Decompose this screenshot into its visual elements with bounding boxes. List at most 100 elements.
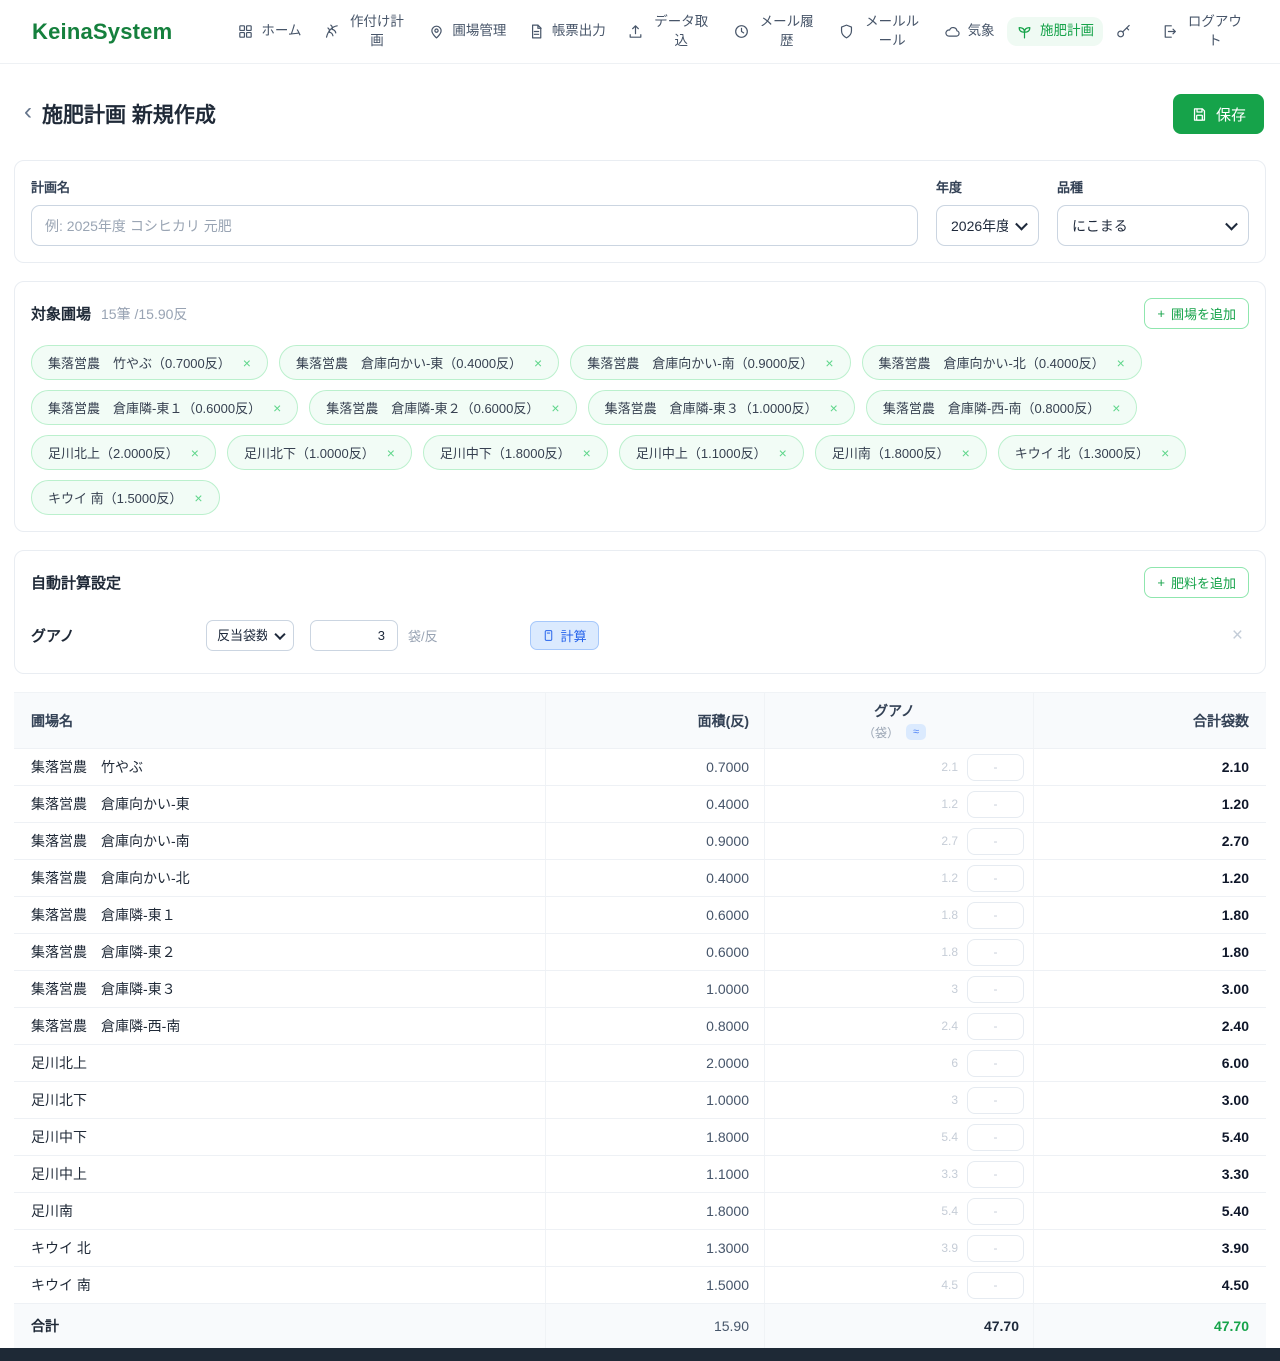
field-chip-label: 集落営農 倉庫隣-東１（0.6000反） (48, 398, 261, 417)
field-chip-label: 足川北上（2.0000反） (48, 443, 179, 462)
area-cell: 0.6000 (546, 897, 765, 933)
nav-item-planting-plan[interactable]: 作付け計画 (314, 8, 416, 54)
chip-remove-icon[interactable]: × (534, 356, 542, 370)
field-chip-5: 集落営農 倉庫隣-東２（0.6000反） × (309, 390, 576, 425)
chip-remove-icon[interactable]: × (583, 446, 591, 460)
field-chip-9: 足川北下（1.0000反） × (227, 435, 412, 470)
override-amount-input[interactable] (967, 1013, 1024, 1040)
override-amount-input[interactable] (967, 791, 1024, 818)
field-name-cell: キウイ 北 (14, 1230, 546, 1266)
year-select[interactable]: 2026年度 (936, 205, 1039, 246)
calc-mode-select[interactable]: 反当袋数 (206, 620, 294, 651)
chip-remove-icon[interactable]: × (387, 446, 395, 460)
upload-icon (627, 23, 644, 40)
override-amount-input[interactable] (967, 828, 1024, 855)
override-amount-input[interactable] (967, 1235, 1024, 1262)
chip-remove-icon[interactable]: × (1161, 446, 1169, 460)
calculator-icon (542, 629, 555, 642)
chip-remove-icon[interactable]: × (825, 356, 833, 370)
override-amount-input[interactable] (967, 1198, 1024, 1225)
chip-remove-icon[interactable]: × (1117, 356, 1125, 370)
calculate-button[interactable]: 計算 (530, 621, 599, 650)
fertilization-table: 圃場名 面積(反) グアノ （袋） ≈ 合計袋数 集落営農 竹やぶ 0.7000… (14, 692, 1266, 1348)
add-field-button[interactable]: + 圃場を追加 (1144, 298, 1249, 329)
suggested-amount: 1.2 (941, 871, 958, 885)
suggested-amount: 2.1 (941, 760, 958, 774)
field-chip-label: 集落営農 倉庫隣-西-南（0.8000反） (883, 398, 1100, 417)
plan-name-label: 計画名 (31, 177, 918, 196)
plus-icon: + (1157, 306, 1165, 321)
brand-logo[interactable]: KeinaSystem (32, 19, 172, 45)
target-fields-title: 対象圃場 (31, 303, 91, 324)
override-amount-input[interactable] (967, 939, 1024, 966)
override-amount-input[interactable] (967, 1272, 1024, 1299)
override-amount-input[interactable] (967, 1124, 1024, 1151)
table-row-0: 集落営農 竹やぶ 0.7000 2.1 2.10 (14, 749, 1266, 786)
back-button[interactable]: ‹ (16, 100, 42, 128)
approx-badge[interactable]: ≈ (906, 724, 926, 740)
save-button[interactable]: 保存 (1173, 94, 1264, 134)
table-row-12: 足川南 1.8000 5.4 5.40 (14, 1193, 1266, 1230)
chip-remove-icon[interactable]: × (194, 491, 202, 505)
override-amount-input[interactable] (967, 902, 1024, 929)
field-chip-label: 集落営農 倉庫向かい-北（0.4000反） (879, 353, 1105, 372)
plan-name-input[interactable] (31, 205, 918, 246)
override-amount-input[interactable] (967, 1087, 1024, 1114)
chip-remove-icon[interactable]: × (1112, 401, 1120, 415)
field-name-cell: 足川北上 (14, 1045, 546, 1081)
plan-form-card: 計画名 年度 2026年度 品種 にこまる (14, 160, 1266, 263)
override-amount-input[interactable] (967, 1050, 1024, 1077)
nav-item-api-key[interactable] (1106, 18, 1148, 45)
field-chip-6: 集落営農 倉庫隣-東３（1.0000反） × (588, 390, 855, 425)
nav-item-fertilization[interactable]: 施肥計画 (1007, 17, 1103, 45)
field-chip-13: キウイ 北（1.3000反） × (998, 435, 1187, 470)
nav-item-report-output[interactable]: 帳票出力 (519, 17, 615, 45)
area-cell: 0.9000 (546, 823, 765, 859)
field-chip-7: 集落営農 倉庫隣-西-南（0.8000反） × (866, 390, 1138, 425)
nav-item-field-manage[interactable]: 圃場管理 (419, 17, 515, 45)
field-chips: 集落営農 竹やぶ（0.7000反） × 集落営農 倉庫向かい-東（0.4000反… (31, 345, 1249, 515)
area-cell: 1.3000 (546, 1230, 765, 1266)
table-row-13: キウイ 北 1.3000 3.9 3.90 (14, 1230, 1266, 1267)
chip-remove-icon[interactable]: × (551, 401, 559, 415)
add-fertilizer-button[interactable]: + 肥料を追加 (1144, 567, 1249, 598)
chip-remove-icon[interactable]: × (243, 356, 251, 370)
chip-remove-icon[interactable]: × (779, 446, 787, 460)
nav-item-logout[interactable]: ログアウト (1152, 8, 1254, 54)
total-area: 15.90 (546, 1304, 765, 1348)
suggested-amount: 2.7 (941, 834, 958, 848)
field-name-cell: 足川北下 (14, 1082, 546, 1118)
nav-item-weather[interactable]: 気象 (935, 17, 1004, 45)
chip-remove-icon[interactable]: × (273, 401, 281, 415)
field-chip-label: 集落営農 竹やぶ（0.7000反） (48, 353, 231, 372)
nav-item-data-import[interactable]: データ取込 (618, 8, 720, 54)
table-row-11: 足川中上 1.1000 3.3 3.30 (14, 1156, 1266, 1193)
override-amount-input[interactable] (967, 976, 1024, 1003)
override-amount-input[interactable] (967, 865, 1024, 892)
field-chip-0: 集落営農 竹やぶ（0.7000反） × (31, 345, 268, 380)
total-bags-cell: 2.70 (1034, 823, 1266, 859)
field-name-cell: 集落営農 竹やぶ (14, 749, 546, 785)
sprout-icon (1016, 23, 1033, 40)
add-fertilizer-button-label: 肥料を追加 (1171, 573, 1236, 592)
area-cell: 2.0000 (546, 1045, 765, 1081)
suggested-amount: 1.8 (941, 908, 958, 922)
table-row-1: 集落営農 倉庫向かい-東 0.4000 1.2 1.20 (14, 786, 1266, 823)
nav-item-home[interactable]: ホーム (228, 17, 310, 45)
nav-items: ホーム 作付け計画 圃場管理 帳票出力 データ取込 (228, 8, 1254, 54)
override-amount-input[interactable] (967, 754, 1024, 781)
nav-item-mail-history[interactable]: メール履歴 (724, 8, 826, 54)
variety-select[interactable]: にこまる (1057, 205, 1249, 246)
suggested-amount: 5.4 (941, 1130, 958, 1144)
chip-remove-icon[interactable]: × (830, 401, 838, 415)
chip-remove-icon[interactable]: × (962, 446, 970, 460)
override-amount-input[interactable] (967, 1161, 1024, 1188)
area-cell: 1.8000 (546, 1119, 765, 1155)
remove-fertilizer-icon[interactable]: × (1232, 626, 1249, 645)
chip-remove-icon[interactable]: × (191, 446, 199, 460)
nav-item-mail-rules[interactable]: メールルール (829, 8, 931, 54)
suggested-amount: 1.2 (941, 797, 958, 811)
table-row-14: キウイ 南 1.5000 4.5 4.50 (14, 1267, 1266, 1304)
amount-input[interactable] (310, 620, 398, 651)
field-name-cell: 足川南 (14, 1193, 546, 1229)
